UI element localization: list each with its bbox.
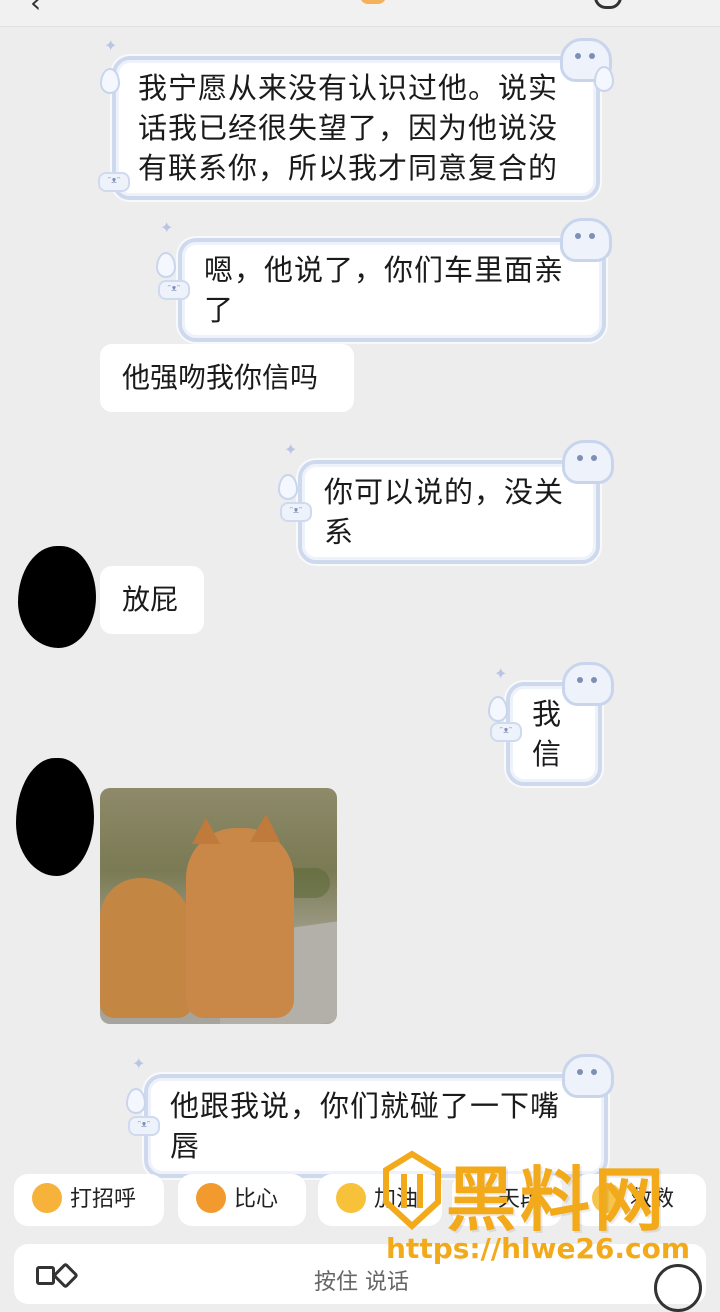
message-sent: ✦ ᵔᴥᵔ 嗯，他说了，你们车里面亲了	[156, 218, 612, 342]
message-text: 我宁愿从来没有认识过他。说实话我已经很失望了，因为他说没有联系你，所以我才同意复…	[138, 71, 559, 185]
photo-cat	[100, 878, 192, 1018]
emoji-icon[interactable]	[654, 1264, 702, 1312]
watermark-logo-icon	[383, 1150, 441, 1230]
star-icon: ✦	[160, 218, 174, 237]
message-sent: ✦ ᵔᴥᵔ 我信	[488, 662, 614, 786]
star-icon: ✦	[494, 664, 508, 683]
title-avatar	[360, 0, 386, 4]
face-icon: ᵔᴥᵔ	[128, 1116, 160, 1136]
leaf-icon	[100, 68, 120, 94]
photo-cat-ear	[192, 818, 220, 844]
message-bubble[interactable]: 放屁	[100, 566, 204, 634]
leaf-icon	[594, 66, 614, 92]
leaf-icon	[126, 1088, 146, 1114]
thumbs-up-icon	[336, 1183, 366, 1213]
photo-cat-ear	[250, 814, 280, 842]
face-icon: ᵔᴥᵔ	[490, 722, 522, 742]
contact-avatar[interactable]	[18, 546, 96, 648]
apps-grid-icon[interactable]	[36, 1262, 79, 1296]
message-bubble[interactable]: 嗯，他说了，你们车里面亲了	[178, 238, 606, 342]
ghost-icon	[562, 440, 614, 484]
leaf-icon	[156, 252, 176, 278]
ghost-icon	[562, 1054, 614, 1098]
leaf-icon	[278, 474, 298, 500]
watermark-url: https://hlwe26.com	[386, 1232, 691, 1265]
message-received: 他强吻我你信吗	[100, 344, 354, 412]
face-icon: ᵔᴥᵔ	[158, 280, 190, 300]
ghost-icon	[560, 218, 612, 262]
quick-reply-label: 打招呼	[70, 1187, 137, 1212]
heart-emoji-icon	[196, 1183, 226, 1213]
message-sent: ✦ ᵔᴥᵔ 你可以说的，没关系	[278, 440, 614, 564]
star-icon: ✦	[284, 440, 298, 459]
star-icon: ✦	[104, 36, 118, 55]
message-bubble[interactable]: 你可以说的，没关系	[298, 460, 600, 564]
message-text: 放屁	[122, 583, 179, 616]
leaf-icon	[488, 696, 508, 722]
top-bar: ‹	[0, 0, 720, 27]
message-sent: ✦ ᵔᴥᵔ 我宁愿从来没有认识过他。说实话我已经很失望了，因为他说没有联系你，所…	[98, 36, 614, 200]
cat-photo-image[interactable]	[100, 788, 337, 1024]
hold-to-talk-button[interactable]: 按住 说话	[314, 1264, 409, 1296]
message-bubble[interactable]: 他强吻我你信吗	[100, 344, 354, 412]
contact-avatar[interactable]	[16, 758, 94, 876]
message-text: 我信	[532, 697, 563, 771]
message-received: 放屁	[100, 566, 204, 634]
message-text: 嗯，他说了，你们车里面亲了	[204, 253, 565, 327]
photo-cat	[186, 828, 294, 1018]
watermark-brand: 黑料网	[446, 1159, 668, 1241]
back-arrow-icon[interactable]: ‹	[30, 0, 41, 19]
quick-reply-greet[interactable]: 打招呼	[14, 1174, 164, 1226]
ghost-icon	[562, 662, 614, 706]
quick-reply-label: 比心	[234, 1187, 279, 1212]
face-icon: ᵔᴥᵔ	[280, 502, 312, 522]
quick-reply-heart[interactable]: 比心	[178, 1174, 306, 1226]
message-text: 他强吻我你信吗	[122, 361, 319, 394]
face-icon: ᵔᴥᵔ	[98, 172, 130, 192]
message-bubble[interactable]: 我宁愿从来没有认识过他。说实话我已经很失望了，因为他说没有联系你，所以我才同意复…	[112, 56, 600, 200]
more-icon[interactable]	[594, 0, 622, 9]
message-text: 你可以说的，没关系	[324, 475, 565, 549]
star-icon: ✦	[132, 1054, 146, 1073]
wave-emoji-icon	[32, 1183, 62, 1213]
